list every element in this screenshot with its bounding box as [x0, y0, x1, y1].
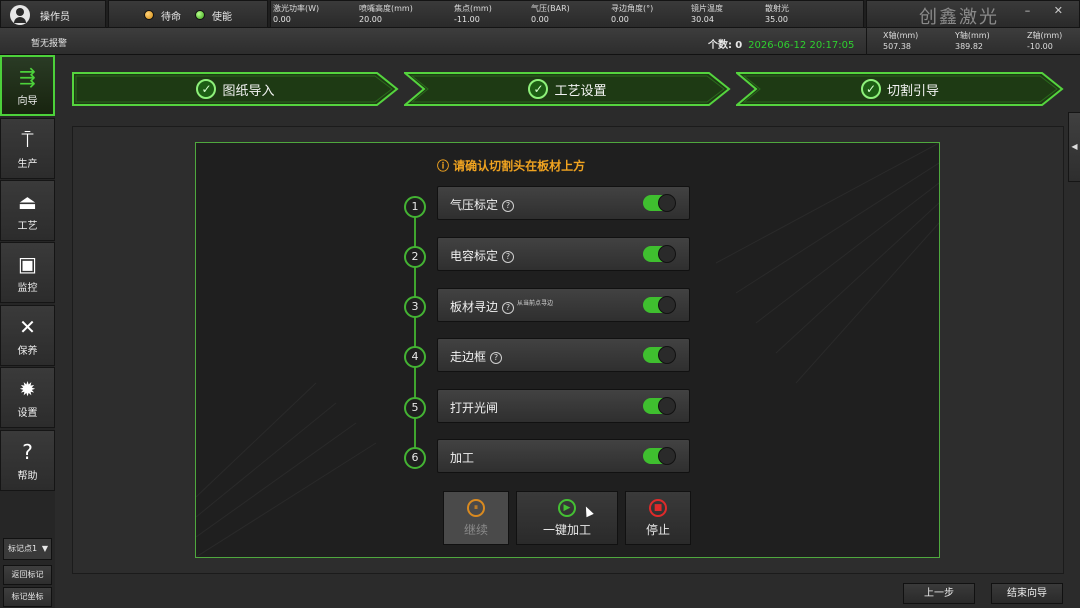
help-doc-icon: ?	[22, 440, 33, 464]
help-icon[interactable]: ?	[502, 200, 515, 212]
mark-coord-button[interactable]: 标记坐标	[3, 587, 52, 607]
step-process-setup[interactable]: ✓ 工艺设置	[404, 72, 731, 106]
mark-point-select[interactable]: 标记点1 ▼	[3, 538, 52, 560]
check-circle-icon: ✓	[860, 79, 881, 99]
axis-readout: X轴(mm) 507.38 Y轴(mm) 389.82 Z轴(mm) -10.00	[866, 28, 1080, 55]
previous-step-button[interactable]: 上一步	[903, 583, 975, 604]
enable-label: 使能	[212, 12, 232, 23]
window-controls[interactable]: – ✕	[1025, 4, 1073, 17]
toggle-switch[interactable]	[643, 245, 676, 263]
axis-x: X轴(mm) 507.38	[883, 31, 919, 51]
count-readout: 个数: 0 2026-06-12 20:17:05	[708, 40, 855, 51]
guide-item-edge-find[interactable]: 板材寻边? 从当前点寻边	[437, 288, 690, 322]
operator-panel[interactable]: 操作员	[0, 0, 106, 28]
tools-icon: ✕	[19, 315, 36, 339]
return-mark-button[interactable]: 返回标记	[3, 565, 52, 585]
guide-item-trace-frame[interactable]: 走边框?	[437, 338, 690, 372]
param-edge-angle: 寻边角度(°) 0.00	[611, 4, 654, 24]
step-number: 1	[404, 196, 426, 218]
step-number: 2	[404, 246, 426, 268]
sidebar: ⇶ 向导 ⍑ 生产 ⏏ 工艺 ▣ 监控 ✕ 保养 ✹ 设置 ? 帮助 标记点1 ▼…	[0, 55, 55, 608]
brand-panel: 创鑫激光 – ✕	[866, 0, 1080, 28]
guide-item-air-calibration[interactable]: 气压标定?	[437, 186, 690, 220]
toggle-switch[interactable]	[643, 397, 676, 415]
param-scatter-light: 散射光 35.00	[765, 4, 789, 24]
toggle-switch[interactable]	[643, 447, 676, 465]
standby-label: 待命	[161, 12, 181, 23]
step-number: 3	[404, 296, 426, 318]
guide-item-process[interactable]: 加工	[437, 439, 690, 473]
info-bar: 暂无报警 个数: 0 2026-06-12 20:17:05 X轴(mm) 507.…	[0, 28, 1080, 55]
play-circle-icon: ▶	[558, 498, 576, 517]
sidebar-item-settings[interactable]: ✹ 设置	[0, 367, 55, 428]
toggle-switch[interactable]	[643, 296, 676, 314]
user-avatar-icon	[10, 5, 30, 25]
check-circle-icon: ✓	[196, 79, 217, 99]
continue-button[interactable]: ⏸ 继续	[443, 491, 509, 545]
pause-circle-icon: ⏸	[467, 498, 485, 517]
gear-icon: ✹	[19, 377, 36, 401]
guide-item-open-shutter[interactable]: 打开光闸	[437, 389, 690, 423]
laser-head-icon: ⍑	[21, 128, 34, 152]
edge-find-note: 从当前点寻边	[517, 300, 554, 307]
param-nozzle-height: 喷嘴高度(mm) 20.00	[359, 4, 413, 24]
param-air-pressure: 气压(BAR) 0.00	[531, 4, 570, 24]
one-click-process-button[interactable]: ▶ 一键加工	[516, 491, 618, 545]
brand-logo: 创鑫激光	[919, 7, 999, 28]
sidebar-item-maintenance[interactable]: ✕ 保养	[0, 305, 55, 366]
wizard-steps: ✓ 图纸导入 ✓ 工艺设置 ✓ 切割引导	[72, 72, 1064, 106]
step-number: 5	[404, 397, 426, 419]
step-drawing-import[interactable]: ✓ 图纸导入	[72, 72, 399, 106]
step-number: 6	[404, 447, 426, 469]
step-number: 4	[404, 346, 426, 368]
help-icon[interactable]: ?	[490, 352, 503, 364]
sidebar-item-process[interactable]: ⏏ 工艺	[0, 180, 55, 241]
chevron-down-icon: ▼	[41, 544, 48, 553]
monitor-icon: ▣	[18, 252, 37, 276]
sidebar-item-production[interactable]: ⍑ 生产	[0, 118, 55, 179]
param-focus: 焦点(mm) -11.00	[454, 4, 492, 24]
step-cut-guide[interactable]: ✓ 切割引导	[736, 72, 1064, 106]
alarm-status: 暂无报警	[31, 39, 68, 49]
param-lens-temp: 镜片温度 30.04	[691, 4, 723, 24]
toggle-switch[interactable]	[643, 346, 676, 364]
machine-status-panel: 待命 使能	[108, 0, 268, 28]
top-status-bar: 操作员 待命 使能 激光功率(W) 0.00 喷嘴高度(mm) 20.00 焦点(m…	[0, 0, 1080, 28]
anvil-icon: ⏏	[18, 190, 37, 214]
confirm-head-notice: ⓘ 请确认切割头在板材上方	[437, 159, 586, 173]
steps-rail	[414, 207, 416, 458]
sidebar-item-monitor[interactable]: ▣ 监控	[0, 242, 55, 303]
check-circle-icon: ✓	[528, 79, 549, 99]
stop-circle-icon: ■	[649, 498, 667, 517]
process-params-panel: 激光功率(W) 0.00 喷嘴高度(mm) 20.00 焦点(mm) -11.00 气…	[270, 0, 864, 28]
axis-z: Z轴(mm) -10.00	[1027, 31, 1063, 51]
finish-wizard-button[interactable]: 结束向导	[991, 583, 1063, 604]
toggle-switch[interactable]	[643, 194, 676, 212]
enable-led-icon	[195, 10, 205, 20]
stop-button[interactable]: ■ 停止	[625, 491, 691, 545]
signpost-icon: ⇶	[19, 65, 36, 89]
guide-item-capacitance-calibration[interactable]: 电容标定?	[437, 237, 690, 271]
help-icon[interactable]: ?	[502, 302, 515, 314]
standby-led-icon	[144, 10, 154, 20]
axis-y: Y轴(mm) 389.82	[955, 31, 990, 51]
operator-label: 操作员	[40, 12, 70, 23]
help-icon[interactable]: ?	[502, 251, 515, 263]
param-laser-power: 激光功率(W) 0.00	[273, 4, 320, 24]
sidebar-item-guide[interactable]: ⇶ 向导	[0, 55, 55, 116]
sidebar-item-help[interactable]: ? 帮助	[0, 430, 55, 491]
datetime: 2026-06-12 20:17:05	[748, 40, 855, 51]
collapse-handle-icon[interactable]: ◀	[1068, 112, 1080, 182]
